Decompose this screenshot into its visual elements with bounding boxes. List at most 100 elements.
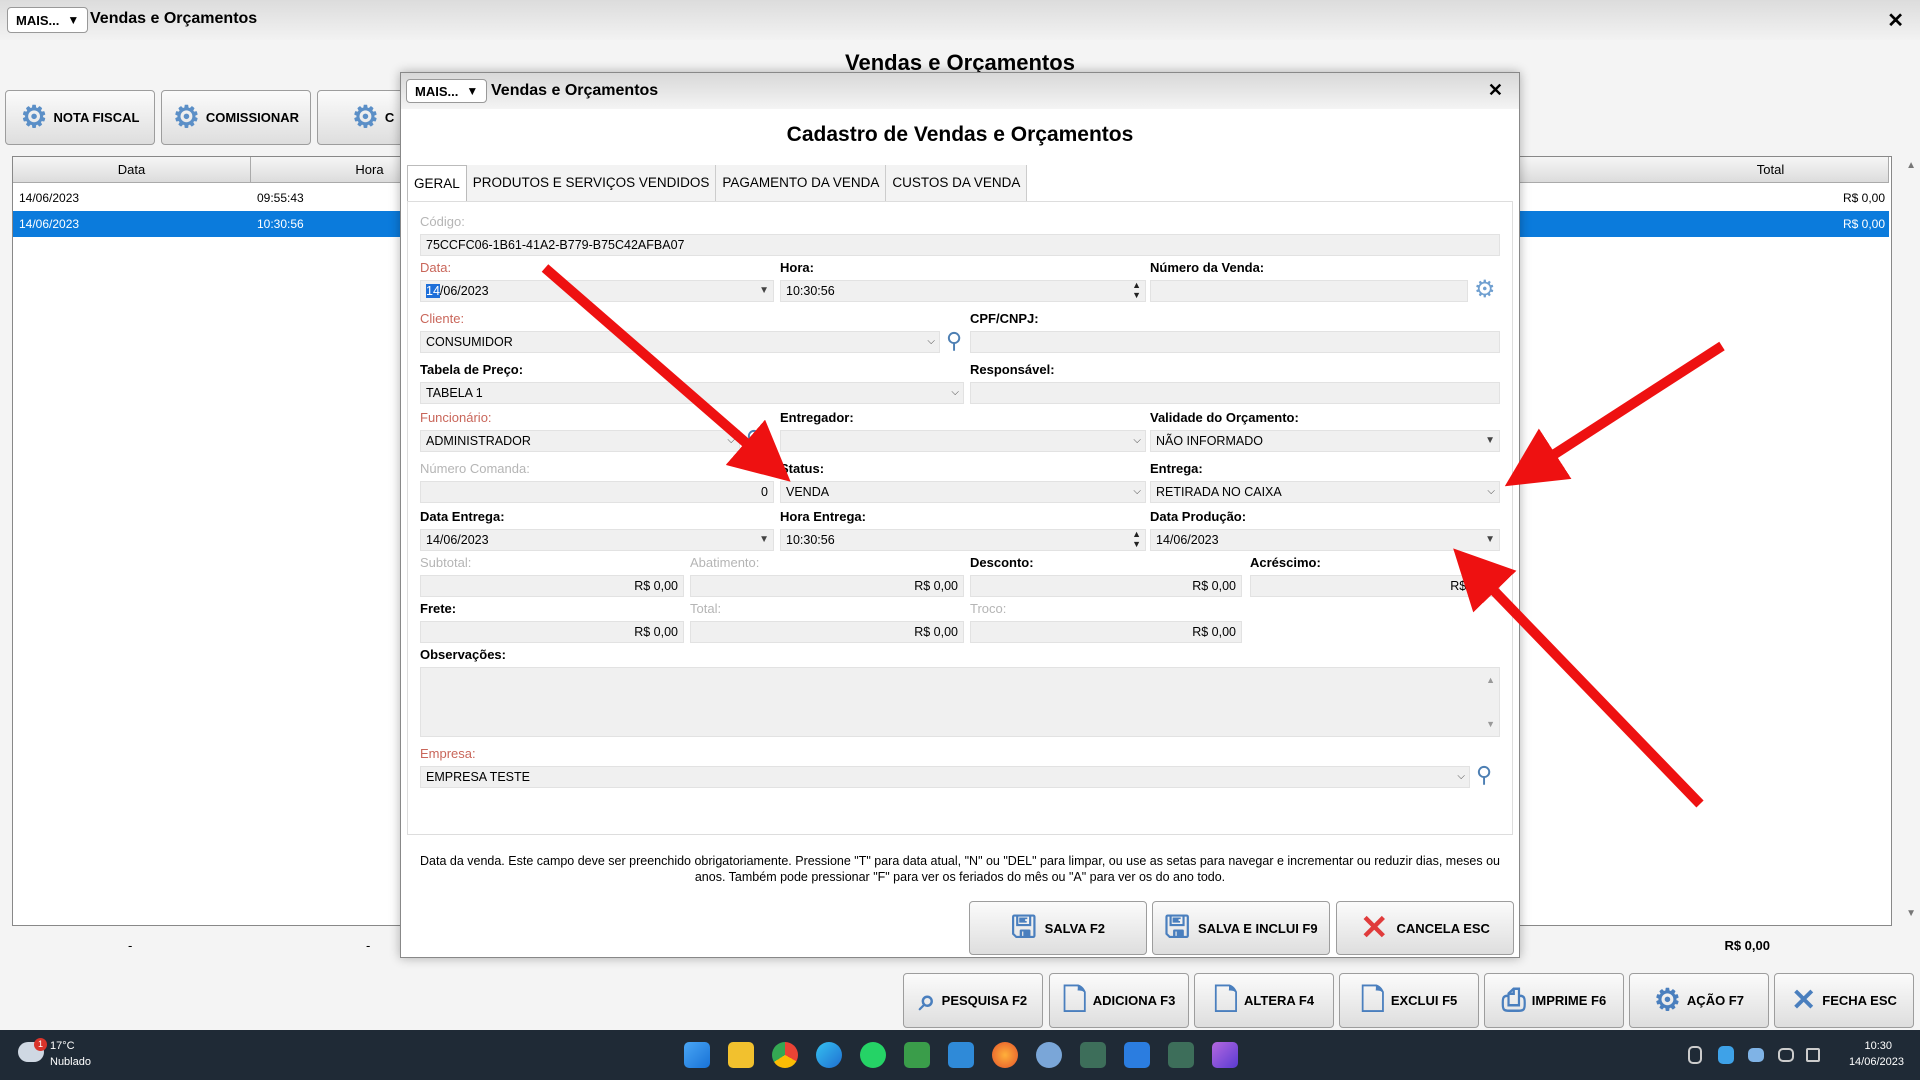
funcionario-field[interactable]: ADMINISTRADOR ⌵ xyxy=(420,430,740,452)
network-icon[interactable] xyxy=(1778,1048,1794,1062)
remote-app-icon[interactable] xyxy=(948,1042,974,1068)
acrescimo-label: Acréscimo: xyxy=(1250,555,1321,570)
firefox-icon[interactable] xyxy=(992,1042,1018,1068)
obs-textarea[interactable]: ▲ ▼ xyxy=(420,667,1500,737)
erp-app-icon[interactable] xyxy=(1080,1042,1106,1068)
cancela-button[interactable]: ✕ CANCELA ESC xyxy=(1336,901,1514,955)
dialog-mais-button[interactable]: MAIS... ▼ xyxy=(406,79,488,103)
nota-fiscal-button[interactable]: ⚙ NOTA FISCAL xyxy=(5,90,155,145)
onedrive-cloud-icon[interactable] xyxy=(1748,1048,1764,1062)
close-window-button[interactable]: ✕ xyxy=(1887,8,1904,33)
gear-icon[interactable]: ⚙ xyxy=(1474,278,1496,302)
scroll-up-arrow[interactable]: ▲ xyxy=(1906,160,1916,171)
cpf-field[interactable] xyxy=(970,331,1500,353)
whatsapp-icon[interactable] xyxy=(860,1042,886,1068)
entrega-field[interactable]: RETIRADA NO CAIXA ⌵ xyxy=(1150,481,1500,503)
clock-date[interactable]: 14/06/2023 xyxy=(1849,1056,1904,1068)
empresa-field[interactable]: EMPRESA TESTE ⌵ xyxy=(420,766,1470,788)
empresa-label: Empresa: xyxy=(420,746,476,761)
notepad-icon[interactable] xyxy=(1124,1042,1150,1068)
tab-custos[interactable]: CUSTOS DA VENDA xyxy=(886,165,1028,201)
pesquisa-button[interactable]: ⌕ PESQUISA F2 xyxy=(903,973,1043,1028)
chrome-icon[interactable] xyxy=(772,1042,798,1068)
search-icon[interactable]: ⚲ xyxy=(746,428,762,450)
acao-button[interactable]: ⚙ AÇÃO F7 xyxy=(1629,973,1769,1028)
chevron-down-icon[interactable]: ⌵ xyxy=(1487,482,1495,502)
security-shield-icon[interactable] xyxy=(1718,1046,1734,1064)
file-explorer-icon[interactable] xyxy=(728,1042,754,1068)
chevron-down-icon[interactable]: ⌵ xyxy=(1457,767,1465,787)
chevron-down-icon[interactable]: ▼ xyxy=(1485,530,1495,550)
responsavel-field[interactable] xyxy=(970,382,1500,404)
numero-venda-field[interactable] xyxy=(1150,280,1468,302)
add-document-icon: 🗋 xyxy=(1062,983,1087,1017)
tab-pagamento[interactable]: PAGAMENTO DA VENDA xyxy=(716,165,887,201)
scroll-down-arrow[interactable]: ▼ xyxy=(1906,908,1916,919)
imprime-button[interactable]: ⎙ IMPRIME F6 xyxy=(1484,973,1624,1028)
clock-time[interactable]: 10:30 xyxy=(1864,1040,1892,1052)
fecha-button[interactable]: ✕ FECHA ESC xyxy=(1774,973,1914,1028)
data-entrega-field[interactable]: 14/06/2023 ▼ xyxy=(420,529,774,551)
video-app-icon[interactable] xyxy=(1212,1042,1238,1068)
obs-label: Observações: xyxy=(420,647,506,662)
entregador-field[interactable]: ⌵ xyxy=(780,430,1146,452)
search-icon[interactable]: ⚲ xyxy=(946,330,962,352)
chevron-down-icon[interactable]: ▼ xyxy=(759,281,769,301)
column-header-total[interactable]: Total xyxy=(1653,157,1889,183)
mais-menu-button[interactable]: MAIS... ▼ xyxy=(7,7,89,33)
usb-icon[interactable] xyxy=(1688,1046,1702,1064)
edge-icon[interactable] xyxy=(816,1042,842,1068)
abatimento-field: R$ 0,00 xyxy=(690,575,964,597)
salva-button[interactable]: 🖫 SALVA F2 xyxy=(969,901,1147,955)
search-icon[interactable]: ⚲ xyxy=(1476,764,1492,786)
volume-icon[interactable] xyxy=(1806,1048,1820,1062)
delete-document-icon: 🗋 xyxy=(1360,983,1385,1017)
funcionario-value: ADMINISTRADOR xyxy=(426,434,531,448)
footer-value-2: - xyxy=(366,938,371,953)
exclui-label: EXCLUI F5 xyxy=(1390,993,1458,1008)
cliente-field[interactable]: CONSUMIDOR ⌵ xyxy=(420,331,940,353)
spreadsheet-app-icon[interactable] xyxy=(904,1042,930,1068)
tab-produtos[interactable]: PRODUTOS E SERVIÇOS VENDIDOS xyxy=(466,165,717,201)
chevron-down-icon[interactable]: ⌵ xyxy=(927,332,935,352)
erp-app-2-icon[interactable] xyxy=(1168,1042,1194,1068)
acrescimo-field[interactable]: R$ 0,00 xyxy=(1250,575,1500,597)
chevron-down-icon[interactable]: ▼ xyxy=(759,530,769,550)
chevron-down-icon[interactable]: ⌵ xyxy=(727,431,735,451)
tab-geral[interactable]: GERAL xyxy=(407,165,467,201)
acao-label: AÇÃO F7 xyxy=(1686,993,1744,1008)
chevron-down-icon[interactable]: ⌵ xyxy=(1133,431,1141,451)
chevron-down-icon[interactable]: ⌵ xyxy=(951,383,959,403)
window-title: Vendas e Orçamentos xyxy=(90,10,258,27)
validade-field[interactable]: NÃO INFORMADO ▼ xyxy=(1150,430,1500,452)
hora-field[interactable]: 10:30:56 ▲ ▼ xyxy=(780,280,1146,302)
status-field[interactable]: VENDA ⌵ xyxy=(780,481,1146,503)
data-producao-field[interactable]: 14/06/2023 ▼ xyxy=(1150,529,1500,551)
spinner-icon[interactable]: ▲ ▼ xyxy=(1132,281,1141,300)
chevron-down-icon[interactable]: ⌵ xyxy=(1133,482,1141,502)
salva-inclui-button[interactable]: 🖫 SALVA E INCLUI F9 xyxy=(1152,901,1330,955)
main-titlebar xyxy=(0,0,1920,40)
frete-field[interactable]: R$ 0,00 xyxy=(420,621,684,643)
dialog-close-button[interactable]: ✕ xyxy=(1488,80,1503,101)
subtotal-label: Subtotal: xyxy=(420,555,472,570)
settings-gear-icon[interactable] xyxy=(1036,1042,1062,1068)
altera-button[interactable]: 🗋 ALTERA F4 xyxy=(1194,973,1334,1028)
cancel-x-icon: ✕ xyxy=(1360,909,1389,947)
adiciona-button[interactable]: 🗋 ADICIONA F3 xyxy=(1049,973,1189,1028)
tabela-field[interactable]: TABELA 1 ⌵ xyxy=(420,382,964,404)
weather-desc: Nublado xyxy=(50,1056,91,1068)
spinner-icon[interactable]: ▲ ▼ xyxy=(1132,530,1141,549)
scroll-down-arrow[interactable]: ▼ xyxy=(1486,714,1495,734)
hora-entrega-field[interactable]: 10:30:56 ▲ ▼ xyxy=(780,529,1146,551)
hora-entrega-label: Hora Entrega: xyxy=(780,509,866,524)
exclui-button[interactable]: 🗋 EXCLUI F5 xyxy=(1339,973,1479,1028)
desconto-field[interactable]: R$ 0,00 xyxy=(970,575,1242,597)
column-header-data[interactable]: Data xyxy=(13,157,251,183)
desconto-label: Desconto: xyxy=(970,555,1034,570)
chevron-down-icon[interactable]: ▼ xyxy=(1485,431,1495,451)
data-field[interactable]: 14/06/2023 ▼ xyxy=(420,280,774,302)
comissionar-button[interactable]: ⚙ COMISSIONAR xyxy=(161,90,311,145)
scroll-up-arrow[interactable]: ▲ xyxy=(1486,670,1495,690)
windows-start-icon[interactable] xyxy=(684,1042,710,1068)
